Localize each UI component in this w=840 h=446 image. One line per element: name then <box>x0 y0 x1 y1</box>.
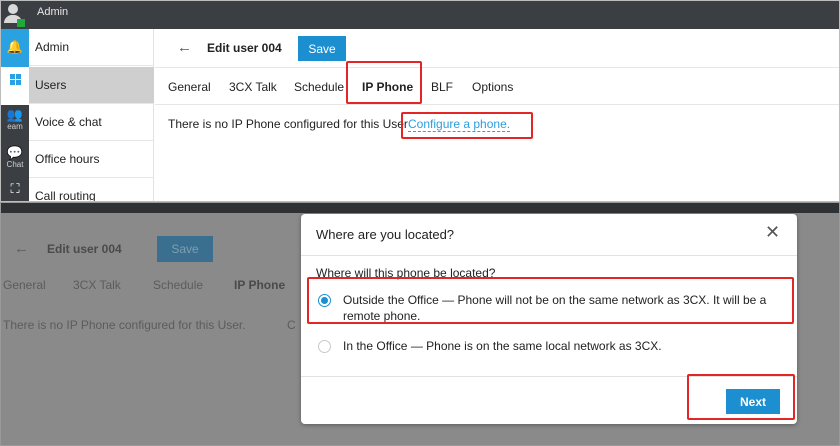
faded-page-title: Edit user 004 <box>47 242 122 256</box>
close-icon[interactable]: ✕ <box>765 222 780 242</box>
location-question: Where will this phone be located? <box>316 266 496 280</box>
user-avatar-icon[interactable] <box>3 3 25 27</box>
faded-trailing-text: C <box>287 318 296 332</box>
option-in-office-label: In the Office — Phone is on the same loc… <box>343 339 662 353</box>
dimmed-top-bar <box>1 203 839 213</box>
tab-general[interactable]: General <box>168 80 211 94</box>
sidebar-item-users[interactable]: Users <box>29 67 154 104</box>
page-title: Edit user 004 <box>207 41 282 55</box>
windows-icon <box>9 74 21 85</box>
save-button[interactable]: Save <box>298 36 346 61</box>
bottom-screenshot-panel: ← Edit user 004 Save General 3CX Talk Sc… <box>0 202 840 446</box>
tab-schedule[interactable]: Schedule <box>294 80 344 94</box>
no-phone-message: There is no IP Phone configured for this… <box>168 117 408 131</box>
top-bar: Admin <box>1 1 839 29</box>
sidebar-item-office-hours[interactable]: Office hours <box>29 141 154 178</box>
sidebar-item-call-routing[interactable]: Call routing <box>29 178 154 201</box>
location-dialog: Where are you located? ✕ Where will this… <box>301 214 797 424</box>
icon-rail: 🔔 👥 eam 💬 Chat ⛶ <box>1 29 29 201</box>
faded-tab-ip-phone: IP Phone <box>234 278 286 292</box>
chat-icon: 💬 <box>6 145 24 160</box>
rail-windows[interactable] <box>1 67 29 105</box>
rail-chat-label: Chat <box>6 160 24 169</box>
faded-tab-schedule: Schedule <box>153 278 204 292</box>
tab-bar: General 3CX Talk Schedule IP Phone BLF O… <box>155 67 839 105</box>
rail-bell[interactable]: 🔔 <box>1 29 29 67</box>
configure-phone-link[interactable]: Configure a phone. <box>408 117 511 132</box>
faded-save-button: Save <box>157 236 213 262</box>
dialog-footer-divider <box>301 376 797 377</box>
rail-team[interactable]: 👥 eam <box>1 107 29 141</box>
rail-chat[interactable]: 💬 Chat <box>1 145 29 179</box>
faded-tab-general: General <box>3 278 46 292</box>
meet-icon: ⛶ <box>10 181 20 196</box>
dialog-header: Where are you located? ✕ <box>301 214 797 256</box>
status-badge <box>17 19 25 27</box>
rail-meet[interactable]: ⛶ <box>1 181 29 201</box>
app-title: Admin <box>37 6 69 18</box>
back-arrow-icon[interactable]: ← <box>177 39 192 56</box>
main-content: ← Edit user 004 Save General 3CX Talk Sc… <box>155 29 839 201</box>
sidebar: Admin Users Voice & chat Office hours Ca… <box>29 29 154 201</box>
sidebar-item-voice-chat[interactable]: Voice & chat <box>29 104 154 141</box>
top-screenshot-panel: Admin 🔔 👥 eam 💬 Chat ⛶ Admin Users Voice… <box>0 0 840 202</box>
bell-icon: 🔔 <box>6 39 24 54</box>
tab-options[interactable]: Options <box>472 80 513 94</box>
tab-3cx-talk[interactable]: 3CX Talk <box>229 80 277 94</box>
tab-ip-phone[interactable]: IP Phone <box>362 80 413 94</box>
rail-team-label: eam <box>7 122 23 131</box>
radio-outside-office[interactable] <box>318 294 331 307</box>
team-icon: 👥 <box>6 107 24 122</box>
next-button[interactable]: Next <box>726 389 780 414</box>
dialog-title: Where are you located? <box>316 227 455 242</box>
faded-tab-3cx-talk: 3CX Talk <box>73 278 121 292</box>
faded-back-arrow-icon: ← <box>14 240 29 257</box>
sidebar-item-admin[interactable]: Admin <box>29 29 154 66</box>
tab-blf[interactable]: BLF <box>431 80 453 94</box>
option-outside-office-label: Outside the Office — Phone will not be o… <box>343 293 767 323</box>
faded-message: There is no IP Phone configured for this… <box>3 318 246 332</box>
radio-in-office[interactable] <box>318 340 331 353</box>
